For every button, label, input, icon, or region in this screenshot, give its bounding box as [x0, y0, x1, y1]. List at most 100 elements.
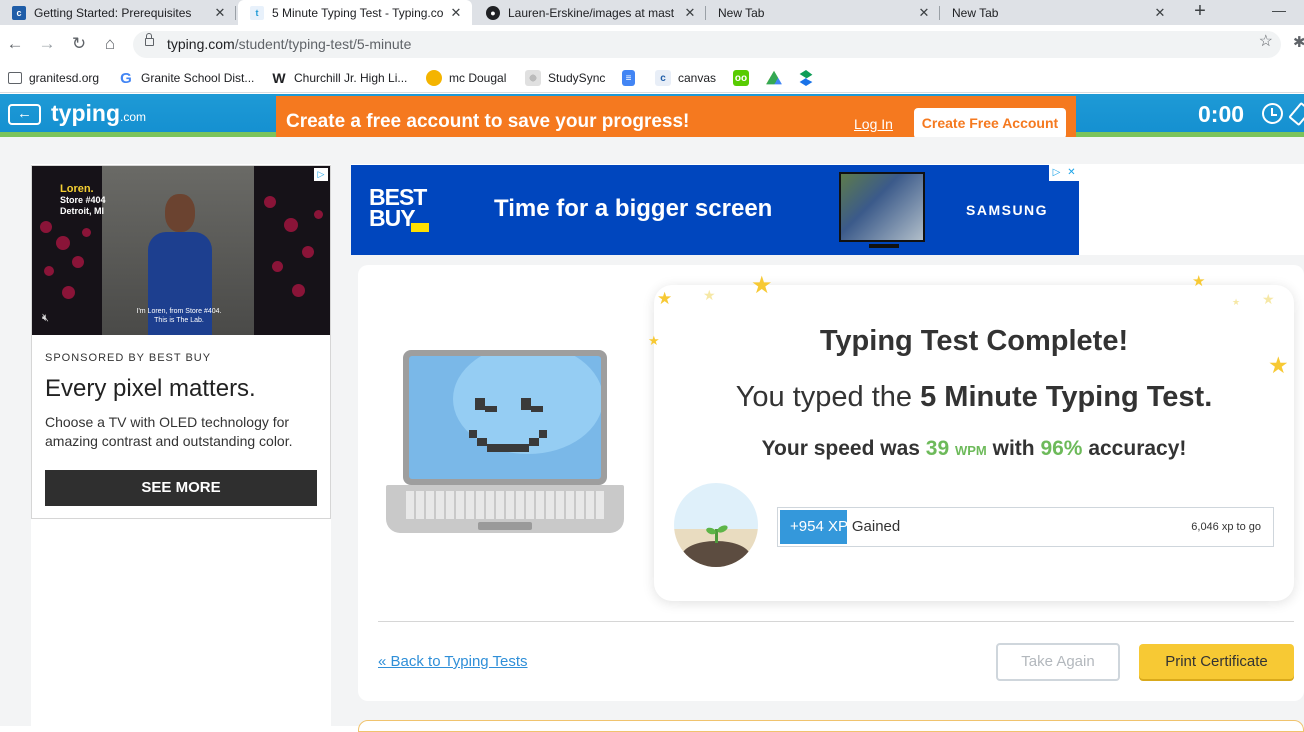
create-account-button[interactable]: Create Free Account	[914, 108, 1066, 139]
circle-icon	[426, 70, 442, 86]
tv-image	[839, 172, 925, 248]
adchoices-icon[interactable]: ▷	[314, 168, 328, 181]
history-icon[interactable]	[1262, 103, 1283, 124]
results-title: Typing Test Complete!	[819, 325, 1129, 357]
github-icon: ●	[486, 5, 500, 20]
ad-headline: Every pixel matters.	[45, 375, 256, 402]
back-to-tests-link[interactable]: « Back to Typing Tests	[378, 653, 528, 670]
promo-message: Create a free account to save your progr…	[286, 111, 690, 132]
bookmarks-bar: granitesd.org G Granite School Dist... W…	[0, 63, 1304, 93]
video-name: Loren.	[60, 183, 94, 195]
sidebar-ad[interactable]: Loren. Store #404 Detroit, MI I'm Loren, …	[31, 165, 331, 519]
star-icon: ★	[657, 289, 673, 308]
bookmark-mc-dougal[interactable]: mc Dougal	[426, 69, 506, 87]
xp-progress-bar: +954 XP Gained 6,046 xp to go	[777, 507, 1274, 547]
url-text: typing.com/student/typing-test/5-minute	[167, 36, 412, 52]
test-timer: 0:00	[1198, 101, 1245, 127]
star-icon: ★	[703, 287, 716, 303]
xp-gained: +954 XP Gained	[790, 518, 901, 535]
bookmark-studysync[interactable]: StudySync	[525, 69, 605, 87]
typing-logo[interactable]: typing.com	[51, 100, 146, 127]
samsung-logo: SAMSUNG	[966, 202, 1049, 218]
take-again-button[interactable]: Take Again	[996, 643, 1120, 681]
app-icon	[799, 70, 813, 86]
accuracy-value: 96%	[1040, 437, 1083, 460]
login-link[interactable]: Log In	[854, 116, 893, 132]
tab-github[interactable]: ● Lauren-Erskine/images at mast ✕	[474, 0, 706, 25]
star-icon: ★	[1232, 297, 1241, 307]
duolingo-icon: oo	[733, 70, 749, 86]
tab-new-2[interactable]: New Tab ✕	[940, 0, 1176, 25]
folder-icon	[8, 72, 22, 84]
star-icon: ★	[1192, 273, 1206, 290]
studysync-icon	[525, 70, 541, 86]
next-card-edge	[358, 720, 1304, 732]
laptop-illustration	[386, 350, 624, 536]
star-icon: ★	[751, 272, 773, 299]
divider	[378, 621, 1294, 622]
tab-title: Getting Started: Prerequisites	[34, 5, 192, 20]
canvas-icon: c	[12, 5, 26, 20]
drive-icon	[766, 70, 782, 85]
results-speed: Your speed was 39 WPM with 96% accuracy!	[761, 437, 1187, 460]
docs-icon: ≡	[622, 70, 635, 86]
pencil-icon[interactable]	[1288, 101, 1304, 127]
wpm-value: 39	[925, 437, 950, 460]
bookmark-granite-school[interactable]: G Granite School Dist...	[118, 69, 254, 87]
w-icon: W	[271, 70, 287, 86]
close-icon[interactable]: ✕	[916, 5, 932, 21]
home-icon[interactable]: ⌂	[99, 33, 121, 55]
bookmark-app[interactable]	[798, 69, 821, 87]
bookmark-granitesd[interactable]: granitesd.org	[8, 69, 99, 87]
address-bar[interactable]: typing.com/student/typing-test/5-minute …	[133, 31, 1281, 58]
bookmark-star-icon[interactable]: ☆	[1259, 34, 1273, 50]
wpm-unit: WPM	[954, 443, 987, 458]
back-button[interactable]: ←	[8, 104, 41, 125]
reload-icon[interactable]: ↻	[68, 33, 90, 55]
bookmark-churchill[interactable]: W Churchill Jr. High Li...	[271, 69, 407, 87]
banner-ad[interactable]: BEST BUY Time for a bigger screen SAMSUNG…	[351, 165, 1079, 255]
tab-title: New Tab	[718, 5, 765, 20]
tab-typing-test[interactable]: t 5 Minute Typing Test - Typing.co ✕	[238, 0, 472, 25]
ad-close-controls[interactable]: ▷ ✕	[1049, 165, 1079, 181]
video-store: Store #404 Detroit, MI	[60, 195, 106, 216]
bookmark-drive[interactable]	[766, 69, 789, 87]
new-tab-button[interactable]: +	[1190, 0, 1210, 25]
minimize-button[interactable]: —	[1272, 2, 1286, 18]
tab-title: 5 Minute Typing Test - Typing.co	[272, 5, 444, 20]
star-icon: ★	[1262, 291, 1275, 307]
video-caption: I'm Loren, from Store #404. This is The …	[136, 308, 222, 324]
tab-strip: c Getting Started: Prerequisites ✕ t 5 M…	[0, 0, 1304, 25]
close-icon[interactable]: ✕	[1064, 165, 1079, 181]
forward-arrow-icon[interactable]: →	[36, 33, 58, 55]
tab-title: New Tab	[952, 5, 999, 20]
banner-headline: Time for a bigger screen	[494, 195, 773, 222]
bookmark-docs[interactable]: ≡	[622, 69, 642, 87]
close-icon[interactable]: ✕	[682, 5, 698, 21]
bestbuy-tag-icon	[411, 223, 429, 232]
see-more-button[interactable]: SEE MORE	[45, 470, 317, 506]
print-certificate-button[interactable]: Print Certificate	[1139, 644, 1294, 679]
close-icon[interactable]: ✕	[448, 5, 464, 21]
bookmark-canvas[interactable]: c canvas	[655, 69, 716, 87]
canvas-icon: c	[655, 70, 671, 86]
lock-icon	[145, 33, 154, 46]
close-icon[interactable]: ✕	[1152, 5, 1168, 21]
results-test-name: You typed the 5 Minute Typing Test.	[735, 381, 1213, 413]
xp-to-go: 6,046 xp to go	[1191, 521, 1261, 533]
tab-getting-started[interactable]: c Getting Started: Prerequisites ✕	[0, 0, 236, 25]
mute-icon[interactable]: 🔇︎	[42, 312, 49, 325]
browser-toolbar: ← → ↻ ⌂ typing.com/student/typing-test/5…	[0, 25, 1304, 63]
adchoices-icon[interactable]: ▷	[1049, 165, 1064, 181]
close-icon[interactable]: ✕	[212, 5, 228, 21]
sponsored-label: SPONSORED BY BEST BUY	[45, 352, 212, 364]
ad-video[interactable]: Loren. Store #404 Detroit, MI I'm Loren, …	[32, 166, 330, 335]
bookmark-duolingo[interactable]: oo	[733, 69, 756, 87]
extensions-icon[interactable]: ✱	[1293, 33, 1304, 51]
ad-body: Choose a TV with OLED technology for ama…	[45, 414, 293, 449]
tab-title: Lauren-Erskine/images at mast	[508, 5, 675, 20]
back-arrow-icon[interactable]: ←	[4, 33, 26, 55]
sprout-avatar	[674, 483, 758, 567]
tab-new-1[interactable]: New Tab ✕	[706, 0, 940, 25]
google-icon: G	[118, 70, 134, 87]
